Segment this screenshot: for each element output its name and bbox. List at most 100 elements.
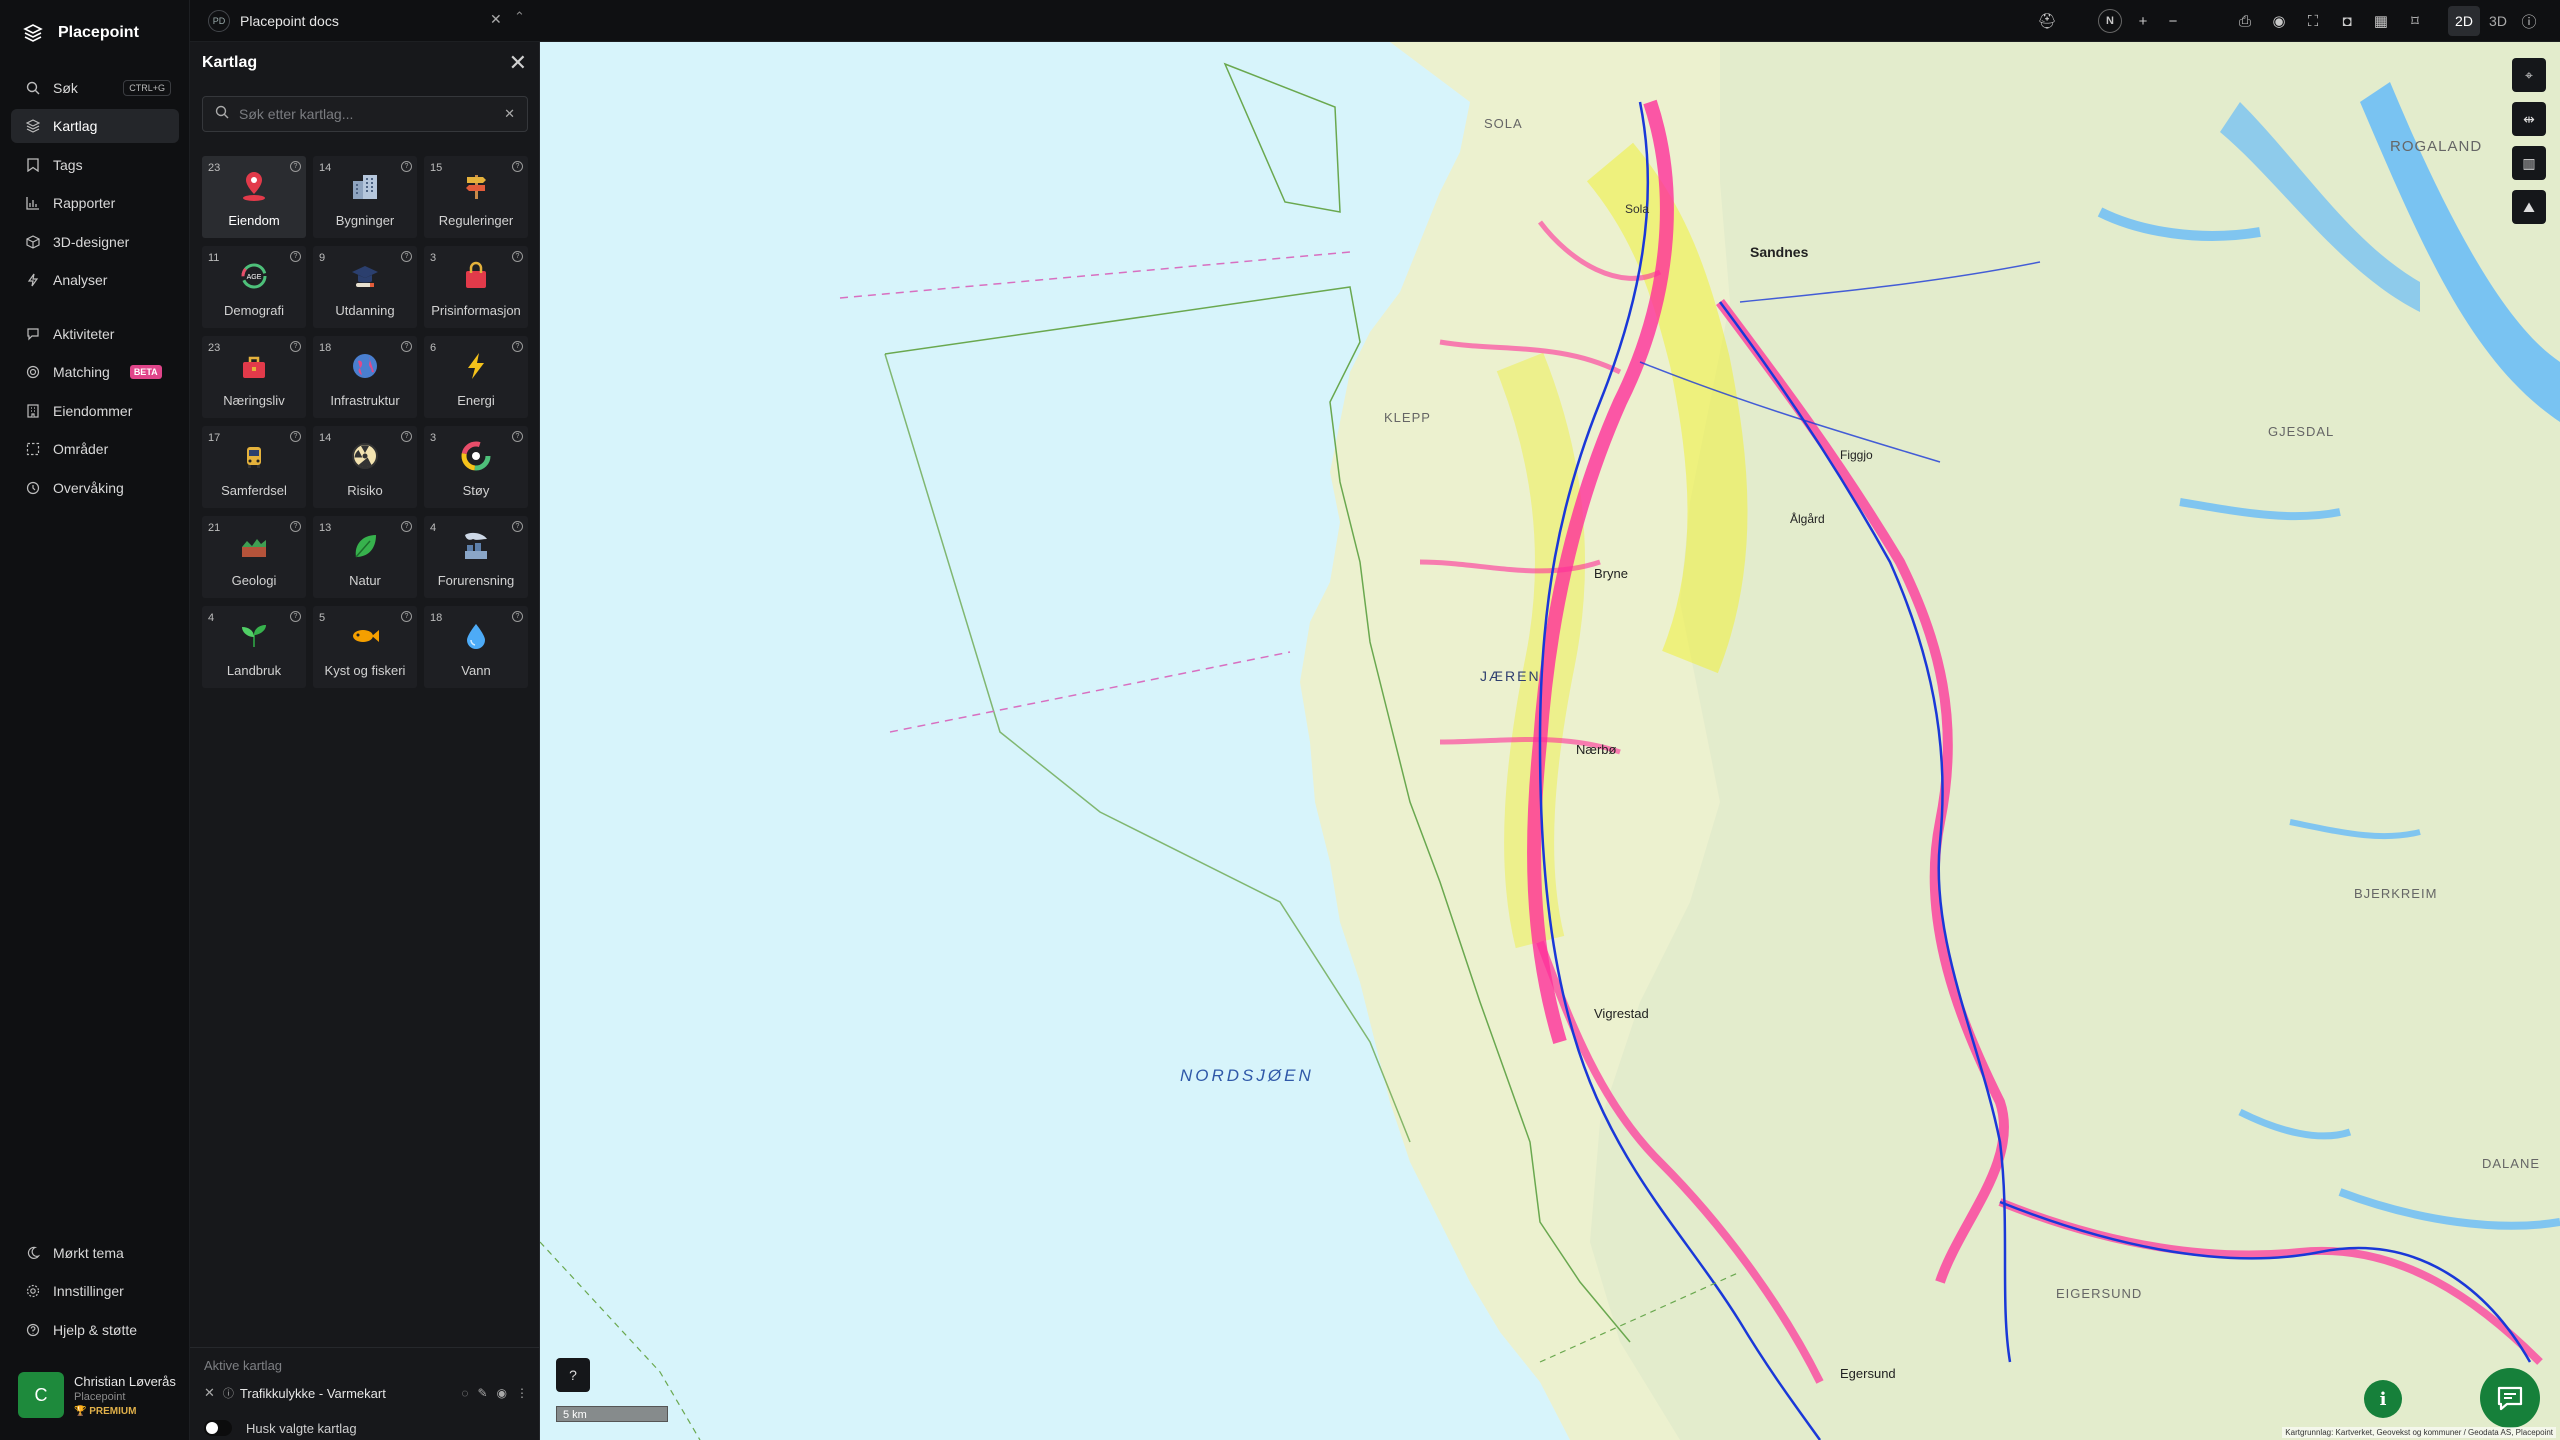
tile-utdanning[interactable]: 9 ? Utdanning (313, 246, 417, 328)
active-layer-row[interactable]: ✕ ⓘ Trafikkulykke - Varmekart ◌ ✎ ◉ ⋮ (204, 1382, 528, 1404)
nav-item-eiendommer[interactable]: Eiendommer (11, 394, 179, 428)
info-icon[interactable]: ? (401, 521, 412, 532)
nav-item-aktiviteter[interactable]: Aktiviteter (11, 317, 179, 351)
info-icon[interactable]: ? (290, 521, 301, 532)
nav-item-matching[interactable]: Matching BETA (11, 355, 179, 389)
map-help-icon[interactable]: ? (556, 1358, 590, 1392)
nav-item-kartlag[interactable]: Kartlag (11, 109, 179, 143)
print-icon[interactable]: ⎙ (2232, 8, 2258, 34)
info-icon[interactable]: ? (401, 611, 412, 622)
gear-icon (25, 1283, 41, 1299)
factory-icon (460, 530, 492, 562)
tile-naeringsliv[interactable]: 23 ? Næringsliv (202, 336, 306, 418)
info-icon[interactable]: ? (512, 251, 523, 262)
tile-bygninger[interactable]: 14 ? Bygninger (313, 156, 417, 238)
tile-infrastruktur[interactable]: 18 ? Infrastruktur (313, 336, 417, 418)
clear-search-icon[interactable]: ✕ (504, 106, 515, 122)
fullscreen-icon[interactable]: ⛶ (2300, 8, 2326, 34)
info-icon[interactable]: ? (290, 251, 301, 262)
map-canvas[interactable]: NORDSJØEN ROGALAND JÆREN Sandnes Sola KL… (540, 42, 2560, 1440)
close-icon[interactable]: ✕ (509, 50, 527, 76)
map-tool-measure-icon[interactable]: ⇹ (2512, 102, 2546, 136)
info-icon[interactable]: ? (290, 431, 301, 442)
map-tool-chart-icon[interactable]: ▥ (2512, 146, 2546, 180)
map-tool-select-icon[interactable]: ⌖ (2512, 58, 2546, 92)
eye-icon[interactable]: ◉ (2266, 8, 2292, 34)
tile-forurensning[interactable]: 4 ? Forurensning (424, 516, 528, 598)
tile-prisinformasjon[interactable]: 3 ? Prisinformasjon (424, 246, 528, 328)
mode-3d-button[interactable]: 3D (2482, 6, 2514, 36)
edit-icon[interactable]: ✎ (477, 1386, 487, 1400)
zoom-out-icon[interactable]: − (2160, 8, 2186, 34)
user-name: Christian Løverås (74, 1373, 176, 1389)
nav-item-help[interactable]: Hjelp & støtte (11, 1313, 179, 1347)
nav-item-sok[interactable]: Søk CTRL+G (11, 71, 179, 105)
visibility-icon[interactable]: ◉ (497, 1386, 507, 1400)
tile-count: 21 (208, 522, 221, 534)
tile-geologi[interactable]: 21 ? Geologi (202, 516, 306, 598)
search-input[interactable] (239, 106, 505, 122)
info-icon[interactable]: ? (512, 161, 523, 172)
tile-eiendom[interactable]: 23 ? Eiendom (202, 156, 306, 238)
info-icon[interactable]: ? (401, 431, 412, 442)
map-label-gjesdal: GJESDAL (2268, 424, 2335, 439)
nav-item-omrader[interactable]: Områder (11, 432, 179, 466)
layer-info-icon[interactable]: ⓘ (223, 1385, 234, 1401)
nav-item-3d-designer[interactable]: 3D-designer (11, 225, 179, 259)
info-icon[interactable]: ⓘ (2516, 8, 2542, 34)
opacity-icon[interactable]: ◌ (461, 1386, 468, 1400)
close-doc-icon[interactable]: ✕ (490, 11, 502, 28)
nav-label: 3D-designer (53, 234, 130, 250)
info-icon[interactable]: ? (512, 521, 523, 532)
nav-label: Overvåking (53, 480, 124, 496)
chevron-updown-icon[interactable]: ⌃ (514, 9, 525, 25)
tile-demografi[interactable]: 11 ? AGE Demografi (202, 246, 306, 328)
info-icon[interactable]: ? (290, 161, 301, 172)
tile-samferdsel[interactable]: 17 ? Samferdsel (202, 426, 306, 508)
north-arrow-icon[interactable]: N (2098, 9, 2122, 33)
tile-reguleringer[interactable]: 15 ? Reguleringer (424, 156, 528, 238)
tile-kyst-og-fiskeri[interactable]: 5 ? Kyst og fiskeri (313, 606, 417, 688)
tile-natur[interactable]: 13 ? Natur (313, 516, 417, 598)
info-icon[interactable]: ? (512, 611, 523, 622)
nav-item-analyser[interactable]: Analyser (11, 263, 179, 297)
tile-label: Eiendom (228, 213, 280, 228)
mode-2d-button[interactable]: 2D (2448, 6, 2480, 36)
tile-count: 23 (208, 342, 221, 354)
map-tool-elevation-icon[interactable]: ⛰ (2512, 190, 2546, 224)
grid-icon[interactable]: ▦ (2368, 8, 2394, 34)
tile-risiko[interactable]: 14 ? Risiko (313, 426, 417, 508)
tile-landbruk[interactable]: 4 ? Landbruk (202, 606, 306, 688)
tile-vann[interactable]: 18 ? Vann (424, 606, 528, 688)
info-icon[interactable]: ? (290, 341, 301, 352)
remember-toggle[interactable] (204, 1420, 232, 1436)
tile-energi[interactable]: 6 ? Energi (424, 336, 528, 418)
map-label-bryne: Bryne (1594, 566, 1628, 581)
drone-icon[interactable]: ⛑ (2034, 8, 2060, 34)
camera-icon[interactable]: ◘ (2334, 8, 2360, 34)
info-icon[interactable]: ? (401, 251, 412, 262)
nav-label: Matching (53, 364, 110, 380)
info-icon[interactable]: ? (401, 341, 412, 352)
user-profile[interactable]: C Christian Løverås Placepoint 🏆 PREMIUM (18, 1372, 176, 1418)
tile-stoy[interactable]: 3 ? Støy (424, 426, 528, 508)
info-icon[interactable]: ? (512, 341, 523, 352)
nav-item-rapporter[interactable]: Rapporter (11, 186, 179, 220)
info-button[interactable]: i (2364, 1380, 2402, 1418)
nav-item-dark-theme[interactable]: Mørkt tema (11, 1236, 179, 1270)
zoom-in-icon[interactable]: + (2130, 8, 2156, 34)
info-icon[interactable]: ? (512, 431, 523, 442)
chat-button[interactable] (2480, 1368, 2540, 1428)
more-icon[interactable]: ⋮ (516, 1386, 528, 1400)
info-icon[interactable]: ? (401, 161, 412, 172)
active-layers-section: Aktive kartlag ✕ ⓘ Trafikkulykke - Varme… (190, 1347, 540, 1436)
nav-item-overvaking[interactable]: Overvåking (11, 471, 179, 505)
bookmark-icon[interactable]: ⌑ (2402, 8, 2428, 34)
nav-item-tags[interactable]: Tags (11, 148, 179, 182)
nav-item-settings[interactable]: Innstillinger (11, 1274, 179, 1308)
info-icon[interactable]: ? (290, 611, 301, 622)
app-brand[interactable]: Placepoint (22, 22, 139, 44)
remove-layer-icon[interactable]: ✕ (204, 1385, 215, 1401)
document-tab[interactable]: PD Placepoint docs (208, 7, 339, 35)
moon-icon (25, 1245, 41, 1261)
